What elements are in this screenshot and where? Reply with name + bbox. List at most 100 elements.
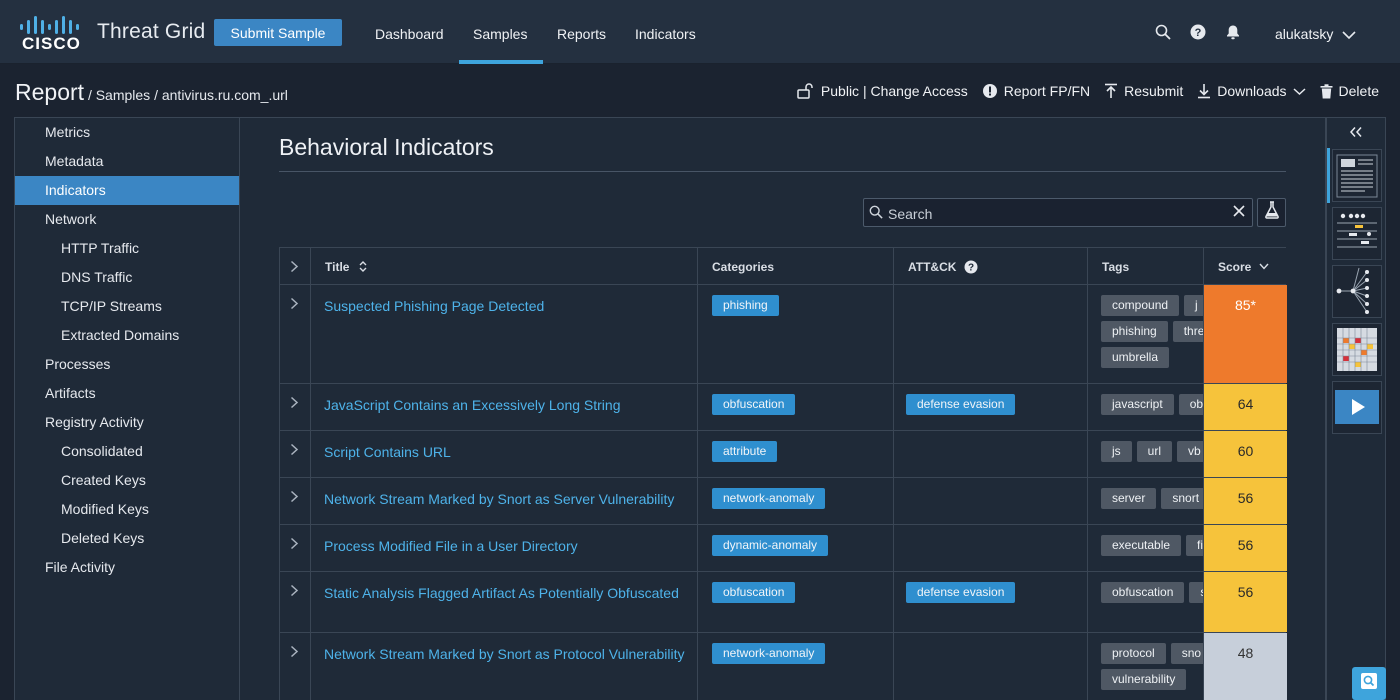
nav-reports[interactable]: Reports [557, 26, 606, 42]
change-access-action[interactable]: Public | Change Access [797, 83, 968, 99]
chevron-right-icon[interactable] [290, 584, 299, 602]
breadcrumb-path[interactable]: / Samples / antivirus.ru.com_.url [88, 87, 288, 103]
tag-pill[interactable]: compound [1101, 295, 1180, 316]
help-icon[interactable]: ? [964, 260, 978, 274]
bell-icon[interactable] [1225, 24, 1243, 42]
attck-pill[interactable]: defense evasion [906, 582, 1016, 603]
tag-pill[interactable]: url [1136, 441, 1173, 462]
sidebar-item-extracted-domains[interactable]: Extracted Domains [15, 321, 239, 350]
tag-pill[interactable]: snort [1161, 488, 1203, 509]
expand-all-cell[interactable] [280, 248, 311, 284]
delete-action[interactable]: Delete [1320, 83, 1379, 99]
expand-row-cell[interactable] [280, 384, 311, 430]
search-input[interactable]: Search [863, 198, 1253, 227]
table-row[interactable]: Process Modified File in a User Director… [279, 525, 1287, 572]
category-pill[interactable]: network-anomaly [712, 488, 826, 509]
indicator-title-link[interactable]: Suspected Phishing Page Detected [324, 296, 694, 316]
breadcrumb-root[interactable]: Report [15, 79, 84, 105]
tag-pill[interactable]: ob [1178, 394, 1203, 415]
report-fp-fn-action[interactable]: Report FP/FN [982, 83, 1090, 99]
timeline-thumbnail[interactable] [1332, 207, 1382, 260]
chevron-right-icon[interactable] [290, 645, 299, 663]
nav-indicators[interactable]: Indicators [635, 26, 696, 42]
sidebar-item-dns-traffic[interactable]: DNS Traffic [15, 263, 239, 292]
sidebar-item-metrics[interactable]: Metrics [15, 118, 239, 147]
submit-sample-button[interactable]: Submit Sample [214, 19, 342, 46]
indicator-title-link[interactable]: Network Stream Marked by Snort as Protoc… [324, 644, 694, 664]
tag-pill[interactable]: executable [1101, 535, 1182, 556]
table-row[interactable]: Network Stream Marked by Snort as Server… [279, 478, 1287, 525]
category-pill[interactable]: phishing [712, 295, 779, 316]
tag-pill[interactable]: vb [1177, 441, 1203, 462]
indicator-title-link[interactable]: Script Contains URL [324, 442, 694, 462]
sidebar-item-created-keys[interactable]: Created Keys [15, 466, 239, 495]
resubmit-action[interactable]: Resubmit [1104, 83, 1183, 99]
nav-dashboard[interactable]: Dashboard [375, 26, 444, 42]
table-row[interactable]: Suspected Phishing Page Detected phishing… [279, 285, 1287, 384]
sidebar-item-deleted-keys[interactable]: Deleted Keys [15, 524, 239, 553]
chevron-right-icon[interactable] [290, 260, 299, 278]
flask-filter-button[interactable] [1257, 198, 1286, 227]
heatmap-thumbnail[interactable] [1332, 323, 1382, 376]
tag-pill[interactable]: js [1101, 441, 1132, 462]
tag-pill[interactable]: fi [1186, 535, 1203, 556]
attck-pill[interactable]: defense evasion [906, 394, 1016, 415]
sidebar-item-processes[interactable]: Processes [15, 350, 239, 379]
chevron-right-icon[interactable] [290, 297, 299, 315]
double-chevron-left-icon[interactable] [1349, 125, 1363, 143]
document-thumbnail[interactable] [1332, 149, 1382, 202]
expand-row-cell[interactable] [280, 525, 311, 571]
sidebar-item-registry-activity[interactable]: Registry Activity [15, 408, 239, 437]
table-row[interactable]: JavaScript Contains an Excessively Long … [279, 384, 1287, 431]
title-column-header[interactable]: Title [311, 248, 698, 284]
expand-row-cell[interactable] [280, 633, 311, 700]
table-row[interactable]: Static Analysis Flagged Artifact As Pote… [279, 572, 1287, 633]
tag-pill[interactable]: obfuscation [1101, 582, 1185, 603]
categories-column-header[interactable]: Categories [698, 248, 894, 284]
chevron-right-icon[interactable] [290, 537, 299, 555]
expand-row-cell[interactable] [280, 431, 311, 477]
indicator-title-link[interactable]: Process Modified File in a User Director… [324, 536, 694, 556]
video-thumbnail[interactable] [1332, 381, 1382, 434]
sidebar-item-http-traffic[interactable]: HTTP Traffic [15, 234, 239, 263]
tags-column-header[interactable]: Tags [1088, 248, 1204, 284]
process-tree-thumbnail[interactable] [1332, 265, 1382, 318]
sidebar-item-artifacts[interactable]: Artifacts [15, 379, 239, 408]
category-pill[interactable]: attribute [712, 441, 778, 462]
indicator-title-link[interactable]: JavaScript Contains an Excessively Long … [324, 395, 694, 415]
tag-pill[interactable]: thre [1172, 321, 1203, 342]
table-row[interactable]: Network Stream Marked by Snort as Protoc… [279, 633, 1287, 700]
sidebar-item-indicators[interactable]: Indicators [15, 176, 239, 205]
tag-pill[interactable]: server [1101, 488, 1157, 509]
attck-column-header[interactable]: ATT&CK ? [894, 248, 1088, 284]
help-icon[interactable]: ? [1190, 24, 1208, 42]
sidebar-item-consolidated[interactable]: Consolidated [15, 437, 239, 466]
sidebar-item-modified-keys[interactable]: Modified Keys [15, 495, 239, 524]
score-column-header[interactable]: Score [1204, 248, 1287, 284]
nav-samples[interactable]: Samples [473, 26, 527, 42]
sidebar-item-metadata[interactable]: Metadata [15, 147, 239, 176]
sidebar-item-file-activity[interactable]: File Activity [15, 553, 239, 582]
tag-pill[interactable]: vulnerability [1101, 669, 1187, 690]
indicator-title-link[interactable]: Network Stream Marked by Snort as Server… [324, 489, 694, 509]
expand-row-cell[interactable] [280, 285, 311, 383]
expand-row-cell[interactable] [280, 572, 311, 632]
user-menu[interactable]: alukatsky [1275, 26, 1333, 42]
category-pill[interactable]: network-anomaly [712, 643, 826, 664]
chevron-down-icon[interactable] [1342, 27, 1356, 45]
chevron-right-icon[interactable] [290, 396, 299, 414]
category-pill[interactable]: dynamic-anomaly [712, 535, 829, 556]
category-pill[interactable]: obfuscation [712, 582, 796, 603]
search-icon[interactable] [1155, 24, 1173, 42]
tag-pill[interactable]: phishing [1101, 321, 1168, 342]
close-icon[interactable] [1232, 204, 1246, 223]
tag-pill[interactable]: protocol [1101, 643, 1166, 664]
indicator-title-link[interactable]: Static Analysis Flagged Artifact As Pote… [324, 583, 694, 603]
chevron-right-icon[interactable] [290, 443, 299, 461]
sidebar-item-tcp-ip-streams[interactable]: TCP/IP Streams [15, 292, 239, 321]
tag-pill[interactable]: umbrella [1101, 347, 1170, 368]
sidebar-item-network[interactable]: Network [15, 205, 239, 234]
tag-pill[interactable]: j [1184, 295, 1203, 316]
help-chat-button[interactable] [1352, 667, 1386, 700]
downloads-action[interactable]: Downloads [1197, 83, 1306, 99]
